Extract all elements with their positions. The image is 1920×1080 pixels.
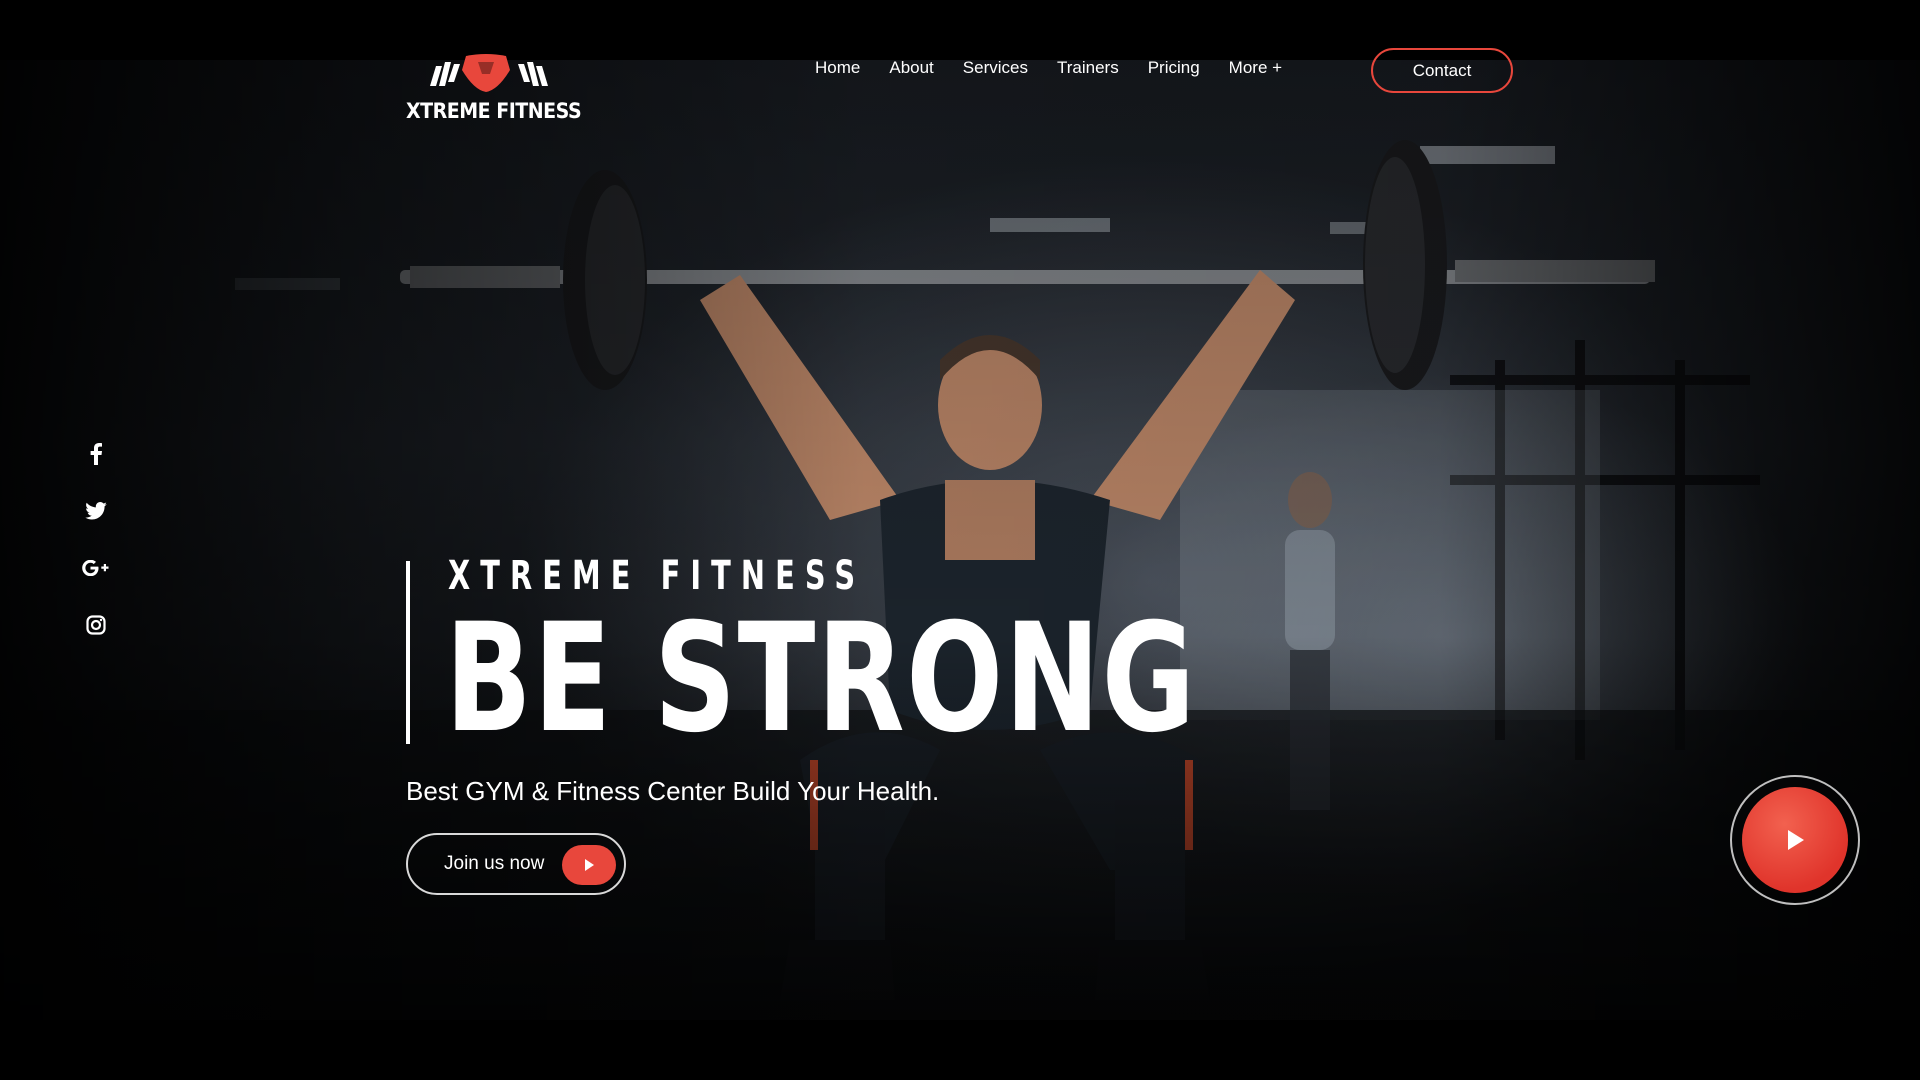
nav-item-services[interactable]: Services: [963, 58, 1028, 78]
social-links: [82, 440, 110, 668]
page: XTREME FITNESS Home About Services Train…: [0, 0, 1920, 1080]
site-logo[interactable]: XTREME FITNESS: [406, 52, 582, 127]
nav-item-home[interactable]: Home: [815, 58, 860, 78]
nav-item-about[interactable]: About: [889, 58, 933, 78]
logo-text: XTREME FITNESS: [406, 99, 582, 124]
bottom-letterbox-bar: [0, 1020, 1920, 1080]
nav-item-more[interactable]: More +: [1229, 58, 1282, 78]
hero-subtitle: Best GYM & Fitness Center Build Your Hea…: [406, 776, 940, 806]
hero-background-image: [0, 60, 1920, 1020]
contact-button[interactable]: Contact: [1371, 48, 1513, 93]
play-icon: [1742, 787, 1848, 893]
play-icon: [562, 845, 616, 885]
hero-headline: BE STRONG: [445, 592, 1197, 766]
instagram-icon[interactable]: [82, 611, 110, 639]
facebook-icon[interactable]: [82, 440, 110, 468]
top-letterbox-bar: [0, 0, 1920, 60]
nav-item-pricing[interactable]: Pricing: [1148, 58, 1200, 78]
main-nav: Home About Services Trainers Pricing Mor…: [815, 58, 1282, 78]
video-play-button[interactable]: [1730, 775, 1860, 905]
join-us-label: Join us now: [444, 853, 545, 874]
nav-item-trainers[interactable]: Trainers: [1057, 58, 1119, 78]
join-us-button[interactable]: Join us now: [406, 833, 626, 895]
dumbbell-logo-icon: [430, 54, 548, 92]
twitter-icon[interactable]: [82, 497, 110, 525]
hero-overlay: [0, 60, 1920, 1020]
google-plus-icon[interactable]: [82, 554, 110, 582]
hero-accent-line: [406, 561, 410, 744]
